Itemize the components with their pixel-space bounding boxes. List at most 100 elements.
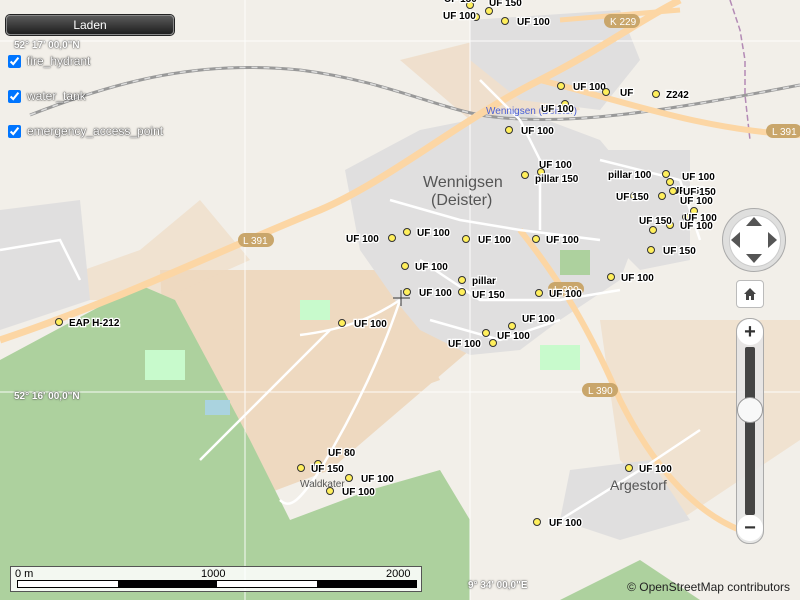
pan-down-icon[interactable] <box>746 254 762 263</box>
hydrant-marker-label: UF 100 <box>346 234 379 245</box>
hydrant-marker[interactable] <box>535 289 543 297</box>
hydrant-marker[interactable] <box>625 464 633 472</box>
layer-toggle-water-tank[interactable]: water_tank <box>8 88 86 104</box>
village-label: Argestorf <box>610 477 667 493</box>
emergency-access-point-checkbox[interactable] <box>8 124 21 138</box>
hydrant-marker[interactable] <box>482 329 490 337</box>
pan-up-icon[interactable] <box>746 217 762 226</box>
hydrant-marker[interactable] <box>55 318 63 326</box>
hydrant-marker-label: UF 100 <box>497 331 530 342</box>
zoom-handle[interactable] <box>737 397 763 424</box>
hydrant-marker[interactable] <box>607 273 615 281</box>
hydrant-marker-label: UF 100 <box>342 487 375 498</box>
road-label-l391-west: L 391 <box>243 236 268 247</box>
hydrant-marker[interactable] <box>403 288 411 296</box>
hydrant-marker-label: UF 100 <box>546 235 579 246</box>
water-tank-checkbox[interactable] <box>8 89 21 103</box>
hydrant-marker[interactable] <box>649 226 657 234</box>
hydrant-marker-label: pillar <box>472 276 496 287</box>
hydrant-marker[interactable] <box>662 170 670 178</box>
home-icon <box>744 288 756 300</box>
town-label: Wennigsen <box>423 174 503 191</box>
hydrant-marker[interactable] <box>658 192 666 200</box>
zoom-in-button[interactable]: + <box>737 319 763 345</box>
hydrant-marker-label: pillar 100 <box>608 170 652 181</box>
hydrant-marker[interactable] <box>652 90 660 98</box>
hydrant-marker-label: UF 100 <box>621 273 654 284</box>
zoom-out-button[interactable]: − <box>737 515 763 541</box>
hydrant-marker-label: UF 100 <box>549 518 582 529</box>
hydrant-marker[interactable] <box>666 178 674 186</box>
hamlet-label: Waldkater <box>300 479 345 490</box>
layer-toggle-fire-hydrant[interactable]: fire_hydrant <box>8 53 90 69</box>
attribution: © OpenStreetMap contributors <box>627 580 790 594</box>
hydrant-marker[interactable] <box>557 82 565 90</box>
hydrant-marker-label: UF 100 <box>541 104 574 115</box>
hydrant-marker[interactable] <box>489 339 497 347</box>
hydrant-marker[interactable] <box>326 487 334 495</box>
hydrant-marker[interactable] <box>458 276 466 284</box>
graticule-lon: 9° 34' 00,0"E <box>468 580 528 591</box>
hydrant-marker[interactable] <box>501 17 509 25</box>
hydrant-marker-label: UF 100 <box>680 221 713 232</box>
graticule-lat-mid: 52° 16' 00,0"N <box>14 391 80 402</box>
hydrant-marker[interactable] <box>532 235 540 243</box>
scale-end-label: 2000 <box>386 568 411 580</box>
zoom-rail[interactable] <box>745 347 755 515</box>
hydrant-marker[interactable] <box>647 246 655 254</box>
scale-mid-label: 1000 <box>201 568 226 580</box>
pan-right-icon[interactable] <box>768 232 777 248</box>
hydrant-marker[interactable] <box>462 235 470 243</box>
hydrant-marker-label: UF 100 <box>443 11 476 22</box>
emergency-access-point-label: emergency_access_point <box>27 124 164 138</box>
water-tank-label: water_tank <box>27 89 86 103</box>
hydrant-marker[interactable] <box>458 288 466 296</box>
hydrant-marker[interactable] <box>508 322 516 330</box>
hydrant-marker-label: UF 100 <box>354 319 387 330</box>
hydrant-marker[interactable] <box>505 126 513 134</box>
hydrant-marker-label: UF 100 <box>522 314 555 325</box>
hydrant-marker-label: UF 100 <box>682 172 715 183</box>
road-label-l390-south: L 390 <box>588 386 613 397</box>
hydrant-marker[interactable] <box>297 464 305 472</box>
pan-control[interactable] <box>722 208 786 272</box>
hydrant-marker[interactable] <box>338 319 346 327</box>
fire-hydrant-checkbox[interactable] <box>8 54 21 68</box>
hydrant-marker[interactable] <box>388 234 396 242</box>
scale-graduation <box>17 580 417 588</box>
hydrant-marker-label: UF 100 <box>549 289 582 300</box>
hydrant-marker-label: UF 150 <box>639 216 672 227</box>
hydrant-marker[interactable] <box>602 88 610 96</box>
hydrant-marker-label: UF 150 <box>616 192 649 203</box>
hydrant-marker-label: EAP H-212 <box>69 318 120 329</box>
map-canvas[interactable]: K 229 L 391 L 391 L 390 L 390 Wennigsen … <box>0 0 800 600</box>
pan-left-icon[interactable] <box>731 232 740 248</box>
hydrant-marker-label: UF 150 <box>444 0 477 5</box>
hydrant-marker-label: UF <box>620 88 633 99</box>
hydrant-marker[interactable] <box>345 474 353 482</box>
hydrant-marker-label: UF 100 <box>361 474 394 485</box>
road-label-k229: K 229 <box>610 17 637 28</box>
hydrant-marker-label: UF 100 <box>573 82 606 93</box>
hydrant-marker-label: UF 100 <box>639 464 672 475</box>
hydrant-marker[interactable] <box>533 518 541 526</box>
layer-toggle-emergency-access-point[interactable]: emergency_access_point <box>8 123 163 139</box>
hydrant-marker-label: UF 100 <box>417 228 450 239</box>
zoom-slider[interactable]: + − <box>736 318 764 544</box>
hydrant-marker-label: UF 150 <box>311 464 344 475</box>
hydrant-marker[interactable] <box>521 171 529 179</box>
hydrant-marker-label: UF 100 <box>517 17 550 28</box>
home-button[interactable] <box>736 280 764 308</box>
load-button[interactable]: Laden <box>6 15 174 35</box>
hydrant-marker-label: pillar 150 <box>535 174 579 185</box>
hydrant-marker[interactable] <box>403 228 411 236</box>
hydrant-marker-label: UF 100 <box>478 235 511 246</box>
fire-hydrant-label: fire_hydrant <box>27 54 91 68</box>
hydrant-marker-label: UF 100 <box>521 126 554 137</box>
graticule-lat-top: 52° 17' 00,0"N <box>14 40 80 51</box>
town-sub-label: (Deister) <box>431 192 492 209</box>
hydrant-marker[interactable] <box>401 262 409 270</box>
hydrant-marker-label: UF 150 <box>663 246 696 257</box>
hydrant-marker-label: UF 100 <box>448 339 481 350</box>
hydrant-marker[interactable] <box>669 187 677 195</box>
